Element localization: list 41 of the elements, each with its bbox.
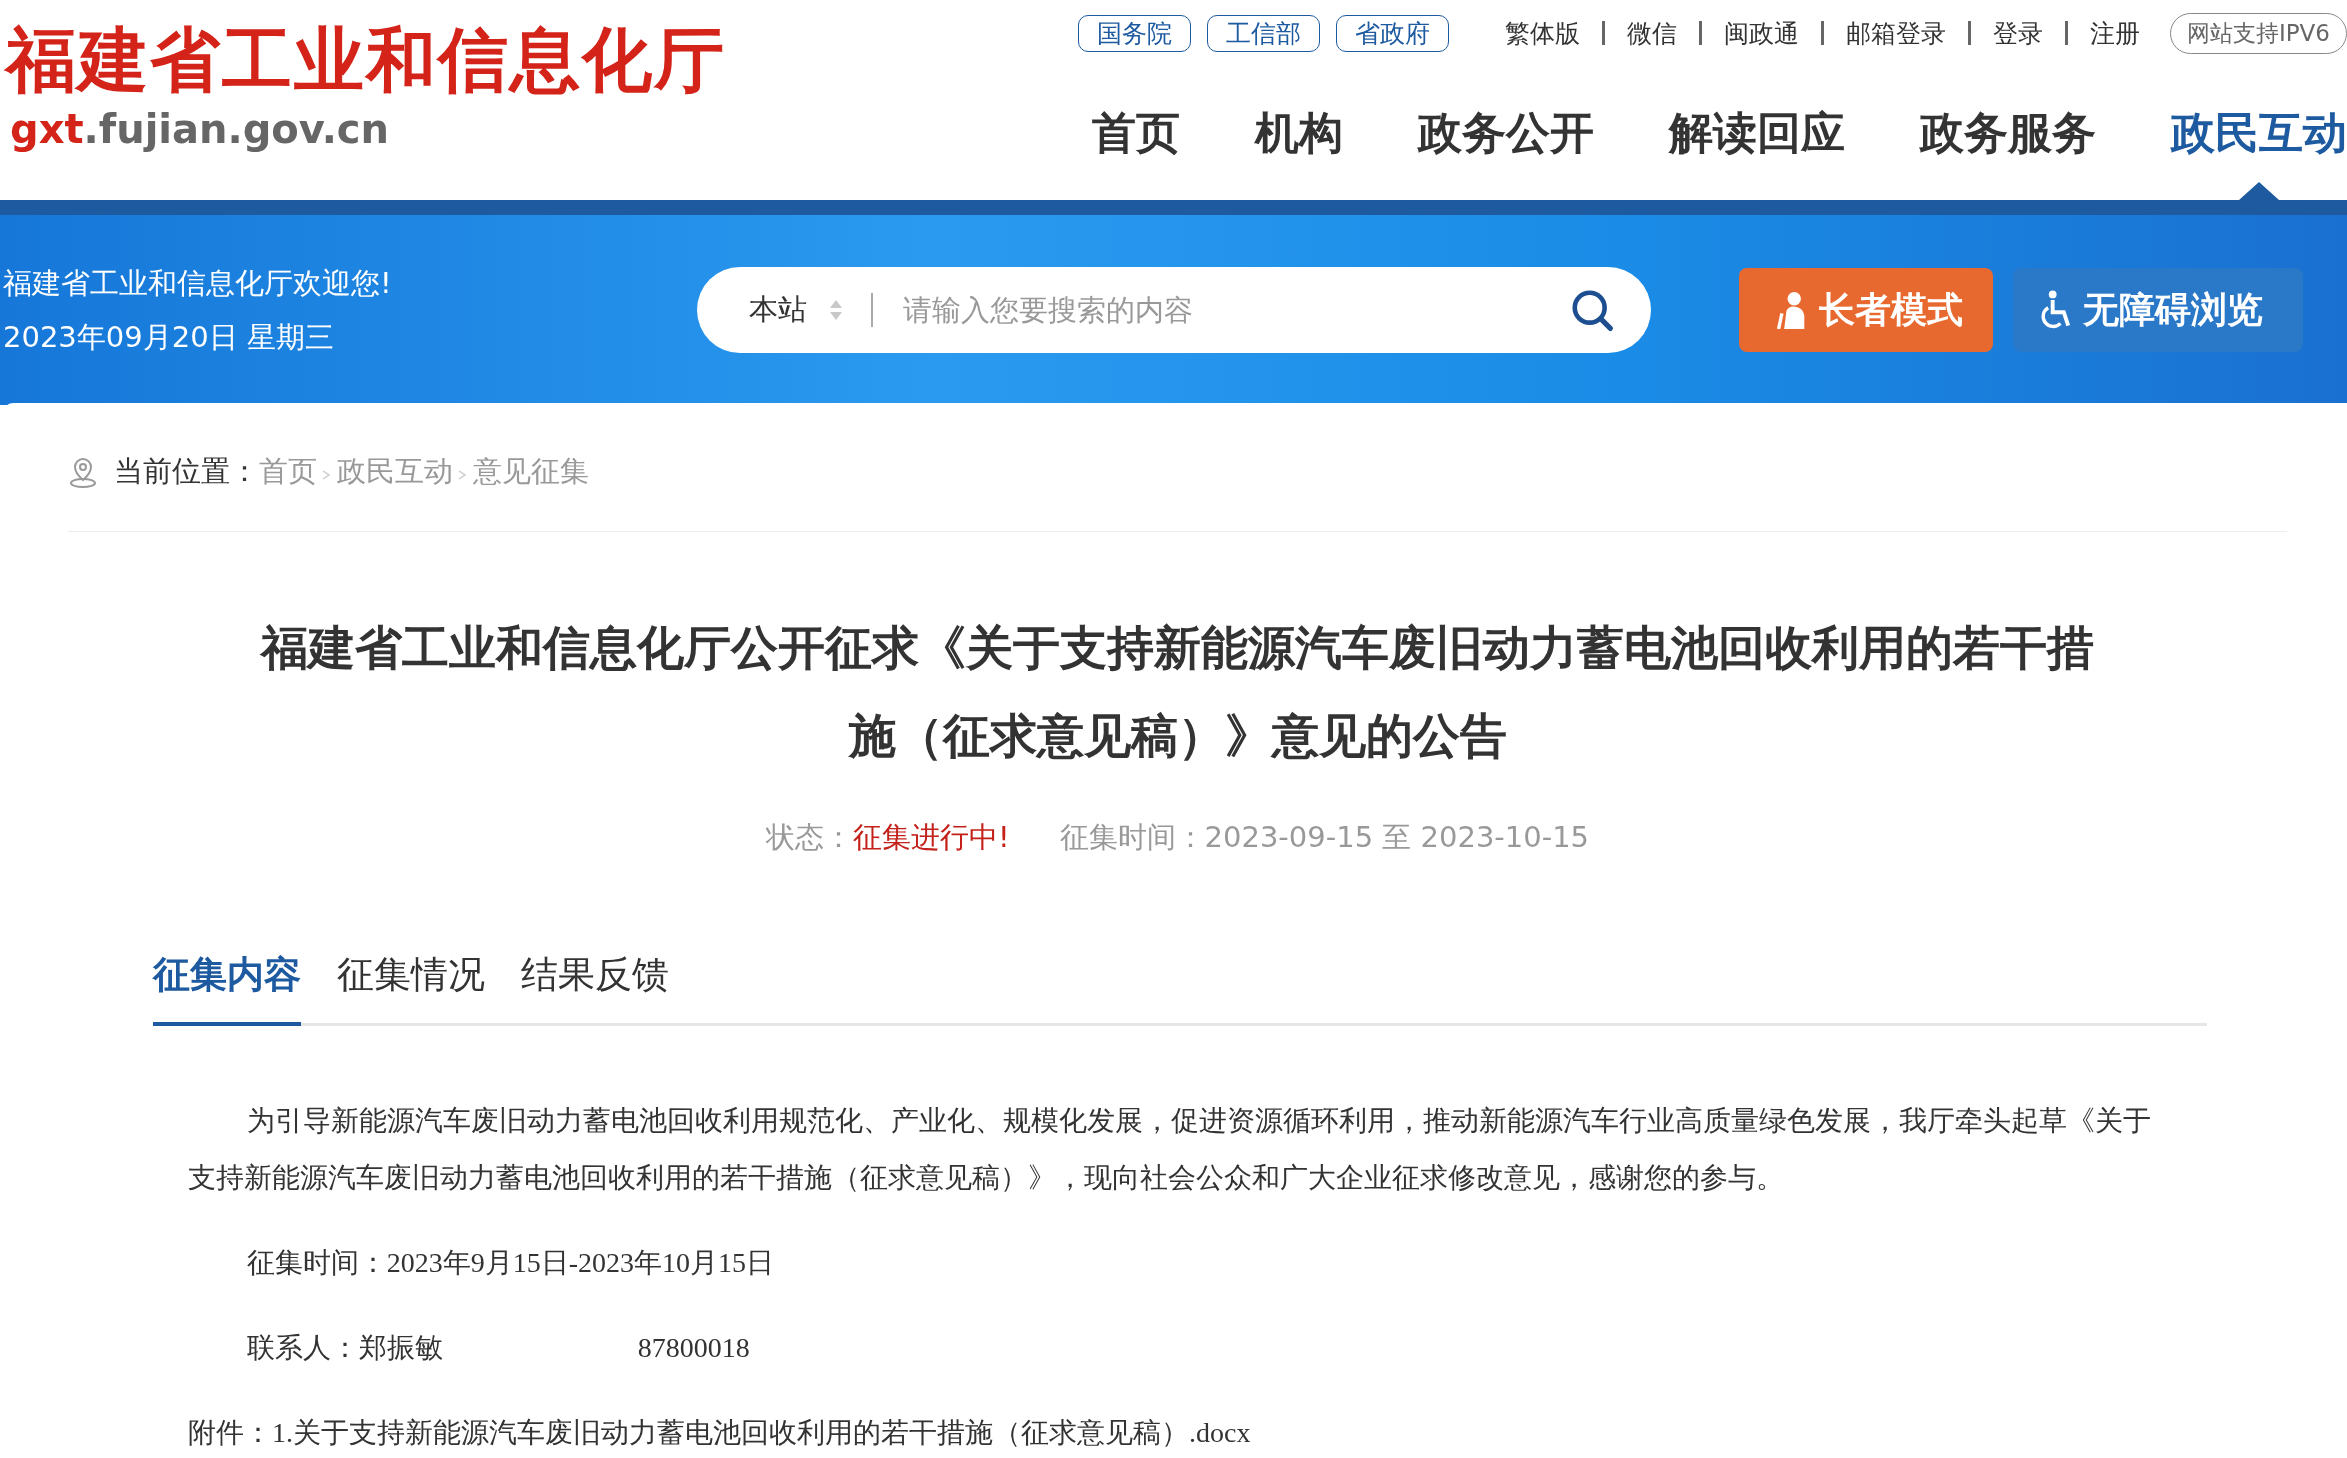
nav-item[interactable]: 机构 xyxy=(1255,104,1343,200)
mode-button[interactable]: 无障碍浏览 xyxy=(2013,268,2303,352)
date-text: 2023年09月20日 星期三 xyxy=(3,319,335,356)
wheelchair-icon xyxy=(2039,290,2073,330)
contact-name: 联系人：郑振敏 xyxy=(246,1332,443,1363)
status-value: 征集进行中! xyxy=(852,820,1010,854)
body-paragraph: 征集时间：2023年9月15日-2023年10月15日 xyxy=(245,1246,776,1280)
attachment-link[interactable]: 附件：1.关于支持新能源汽车废旧动力蓄电池回收利用的若干措施（征求意见稿）.docx xyxy=(188,1404,2177,1458)
article-title: 福建省工业和信息化厅公开征求《关于支持新能源汽车废旧动力蓄电池回收利用的若干措施（征求意见稿）》意见的公告 xyxy=(258,619,2095,765)
breadcrumb-label: 当前位置： xyxy=(114,453,259,490)
gov-link[interactable]: 工信部 xyxy=(1206,14,1320,52)
nav-item[interactable]: 政务服务 xyxy=(1920,104,2096,200)
search-field[interactable]: 本站 请输入您要搜索的内容 xyxy=(697,267,1651,353)
top-link[interactable]: 繁体版 xyxy=(1504,16,1580,50)
gov-link[interactable]: 省政府 xyxy=(1335,14,1449,52)
location-pin-icon xyxy=(68,456,98,488)
period-label: 征集时间： xyxy=(1059,820,1205,854)
status-label: 状态： xyxy=(765,820,853,854)
period-value: 2023-09-15 至 2023-10-15 xyxy=(1204,820,1590,854)
body-paragraph: 为引导新能源汽车废旧动力蓄电池回收利用规范化、产业化、规模化发展，促进资源循环利用，推动新能源汽车行业高质量绿色发展，我厅牵头起草《关于支持新能源汽车废旧动力蓄电池回收利用的若干措施（征求意见稿）》，现向社会公众和广大企业征求修改意见，感谢您的参与。 xyxy=(188,1104,2152,1195)
tab[interactable]: 征集内容 xyxy=(153,950,301,1026)
top-link[interactable]: 注册 xyxy=(2089,16,2140,50)
nav-item[interactable]: 解读回应 xyxy=(1669,104,1845,200)
top-link[interactable]: 闽政通 xyxy=(1723,16,1799,50)
sort-arrows-icon xyxy=(829,298,843,322)
chevron-right-icon xyxy=(321,468,331,482)
top-link[interactable]: 微信 xyxy=(1626,16,1677,50)
search-scope-select[interactable]: 本站 xyxy=(749,290,843,330)
nav-item[interactable]: 首页 xyxy=(1092,104,1180,200)
site-logo-title[interactable]: 福建省工业和信息化厅 xyxy=(6,18,726,102)
tab[interactable]: 结果反馈 xyxy=(521,950,669,1026)
search-icon[interactable] xyxy=(1569,287,1615,333)
gov-link[interactable]: 国务院 xyxy=(1077,14,1191,52)
top-link[interactable]: 邮箱登录 xyxy=(1845,16,1946,50)
nav-item[interactable]: 政务公开 xyxy=(1418,104,1594,200)
site-domain: gxt.fujian.gov.cn xyxy=(10,106,391,152)
contact-phone: 87800018 xyxy=(637,1332,750,1363)
top-link[interactable]: 登录 xyxy=(1992,16,2043,50)
chevron-right-icon xyxy=(457,468,467,482)
tab[interactable]: 征集情况 xyxy=(337,950,485,1026)
welcome-text: 福建省工业和信息化厅欢迎您! xyxy=(3,265,393,302)
